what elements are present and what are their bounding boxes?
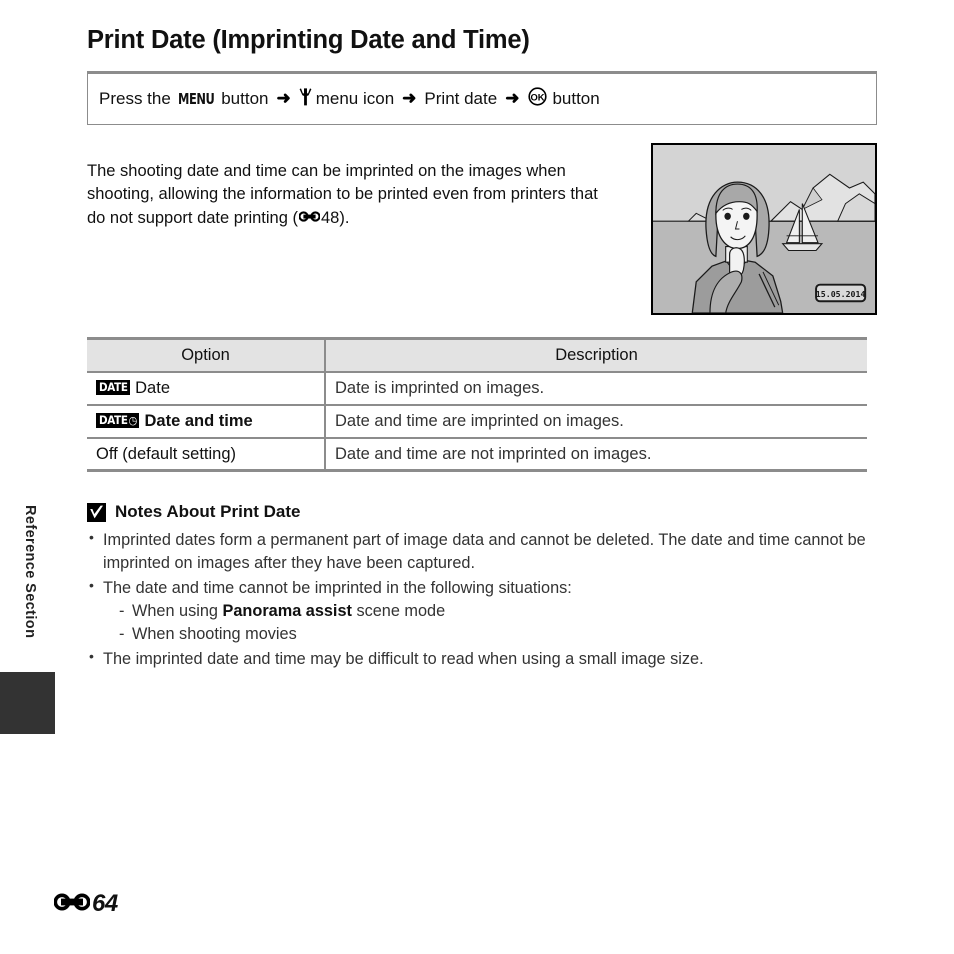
notes-sub-list: When using Panorama assist scene mode Wh… <box>103 600 877 646</box>
intro-paragraph: The shooting date and time can be imprin… <box>87 160 607 231</box>
note-text: The date and time cannot be imprinted in… <box>103 578 572 597</box>
menu-path-prefix: Press the <box>99 89 171 109</box>
option-label: Date and time <box>144 411 253 430</box>
description-cell: Date is imprinted on images. <box>325 371 867 406</box>
sub-note-bold: Panorama assist <box>222 601 352 620</box>
intro-text-after-ref: ). <box>339 209 350 228</box>
notes-list: Imprinted dates form a permanent part of… <box>87 528 877 671</box>
side-rail: Reference Section <box>0 0 56 954</box>
table-row: DATE Date Date is imprinted on images. <box>87 371 867 406</box>
sample-photo-illustration: 15.05.2014 <box>651 143 877 316</box>
date-badge-icon: DATE <box>96 380 131 395</box>
arrow-right-icon-1: ➜ <box>276 88 291 108</box>
description-cell: Date and time are imprinted on images. <box>325 404 867 439</box>
caution-checkmark-icon <box>87 502 106 522</box>
menu-path-line: Press the MENU button ➜ menu icon ➜ Prin… <box>98 87 601 111</box>
list-item: The imprinted date and time may be diffi… <box>87 647 877 671</box>
list-item: When shooting movies <box>117 623 877 646</box>
menu-path-ok-suffix: button <box>552 89 600 109</box>
intro-ref-page: 48 <box>320 209 340 228</box>
table-header-row: Option Description <box>87 337 867 373</box>
sub-note-after: scene mode <box>351 601 446 620</box>
print-date-options-table: Option Description DATE Date Date is impr… <box>87 337 867 473</box>
column-header-option: Option <box>87 337 326 373</box>
option-cell-date: DATE Date <box>87 371 326 406</box>
date-time-badge-icon: DATE◷ <box>96 413 140 428</box>
menu-path-after-menu: button <box>221 89 269 109</box>
clock-icon: ◷ <box>128 413 138 427</box>
table-row: DATE◷ Date and time Date and time are imp… <box>87 404 867 439</box>
list-item: The date and time cannot be imprinted in… <box>87 576 877 646</box>
page-number: 64 <box>92 890 118 917</box>
sub-note-before: When shooting movies <box>132 624 297 643</box>
list-item: Imprinted dates form a permanent part of… <box>87 528 877 575</box>
option-cell-date-and-time: DATE◷ Date and time <box>87 404 326 439</box>
page-title: Print Date (Imprinting Date and Time) <box>87 26 530 54</box>
wrench-setup-menu-icon <box>299 88 312 111</box>
menu-button-icon: MENU <box>177 90 215 109</box>
intro-block: The shooting date and time can be imprin… <box>87 143 877 316</box>
menu-path-item: Print date <box>424 89 498 109</box>
option-label: Off (default setting) <box>96 444 237 463</box>
ok-button-icon: OK <box>528 87 548 111</box>
svg-text:15.05.2014: 15.05.2014 <box>816 289 866 299</box>
svg-text:OK: OK <box>531 92 545 103</box>
arrow-right-icon-3: ➜ <box>505 88 520 108</box>
reference-mark-icon <box>53 891 91 918</box>
date-stamp-overlay: 15.05.2014 <box>815 284 867 303</box>
running-head-reference-section: Reference Section <box>22 505 38 639</box>
arrow-right-icon-2: ➜ <box>402 88 417 108</box>
note-text: Imprinted dates form a permanent part of… <box>103 531 866 573</box>
page-folio: 64 <box>53 890 118 918</box>
table-row: Off (default setting) Date and time are … <box>87 437 867 473</box>
column-header-description: Description <box>325 337 867 373</box>
list-item: When using Panorama assist scene mode <box>117 600 877 623</box>
page-content: Print Date (Imprinting Date and Time) Pr… <box>87 0 877 673</box>
notes-heading: Notes About Print Date <box>87 502 877 522</box>
section-thumb-tab <box>0 672 55 734</box>
notes-section: Notes About Print Date Imprinted dates f… <box>87 502 877 671</box>
notes-heading-text: Notes About Print Date <box>115 502 301 522</box>
reference-mark-icon <box>298 207 321 231</box>
note-text: The imprinted date and time may be diffi… <box>103 650 704 669</box>
description-cell: Date and time are not imprinted on image… <box>325 437 867 473</box>
sub-note-before: When using <box>132 601 223 620</box>
menu-path-box: Press the MENU button ➜ menu icon ➜ Prin… <box>87 71 877 126</box>
menu-icon-label: menu icon <box>315 89 395 109</box>
option-label: Date <box>135 378 170 397</box>
option-cell-off: Off (default setting) <box>87 437 326 473</box>
